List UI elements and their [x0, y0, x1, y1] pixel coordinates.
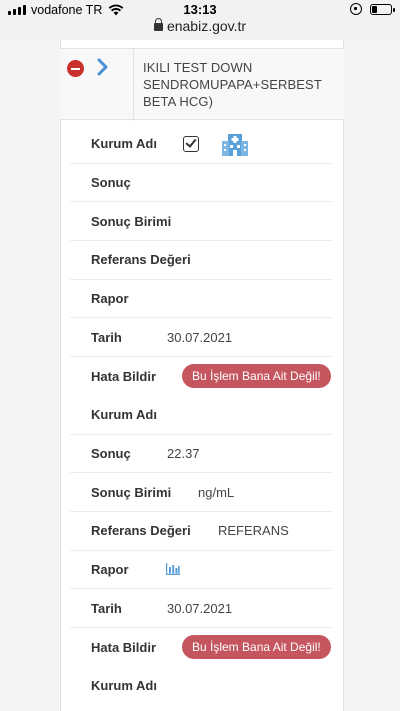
label-result-unit: Sonuç Birimi: [91, 484, 172, 500]
url-text: enabiz.gov.tr: [166, 18, 247, 34]
row-date: Tarih 30.07.2021: [70, 318, 332, 358]
label-result: Sonuç: [91, 175, 131, 191]
minus-circle-icon[interactable]: [67, 60, 84, 77]
label-institution: Kurum Adı: [91, 136, 157, 152]
row-reference: Referans Değeri REFERANS: [70, 512, 332, 551]
row-result-unit: Sonuç Birimi: [70, 202, 332, 242]
row-result-unit: Sonuç Birimi ng/mL: [70, 473, 332, 512]
row-institution: Kurum Adı: [70, 396, 332, 435]
row-institution: Kurum Adı: [70, 667, 332, 706]
battery-icon: [370, 3, 395, 15]
row-institution: Kurum Adı: [70, 125, 332, 164]
not-mine-button[interactable]: Bu İşlem Bana Ait Değil!: [182, 364, 331, 389]
page-content: IKILI TEST DOWN SENDROMUPAPA+SERBEST BET…: [0, 40, 400, 711]
row-result: Sonuç 22.37: [70, 435, 332, 474]
status-right: [350, 3, 395, 15]
label-date: Tarih: [91, 600, 122, 616]
value-result-unit: ng/mL: [198, 484, 235, 500]
hospital-building-icon[interactable]: [221, 131, 249, 157]
row-reference: Referans Değeri: [70, 241, 332, 280]
label-report: Rapor: [91, 291, 129, 307]
label-institution: Kurum Adı: [91, 678, 157, 694]
chevron-right-icon[interactable]: [96, 58, 110, 76]
label-result-unit: Sonuç Birimi: [91, 213, 172, 229]
value-result: 22.37: [167, 445, 200, 461]
label-date: Tarih: [91, 329, 122, 345]
row-report-error: Hata Bildir Bu İşlem Bana Ait Değil!: [70, 357, 332, 396]
status-bar: vodafone TR 13:13 enabiz.gov.tr: [0, 0, 400, 40]
row-report-error: Hata Bildir Bu İşlem Bana Ait Değil!: [70, 628, 332, 667]
test-title: IKILI TEST DOWN SENDROMUPAPA+SERBEST BET…: [143, 60, 322, 109]
row-report: Rapor: [70, 551, 332, 590]
checkbox-checked-icon[interactable]: [183, 135, 199, 152]
bar-chart-icon[interactable]: [166, 563, 180, 576]
value-date: 30.07.2021: [167, 600, 233, 616]
row-report: Rapor: [70, 280, 332, 319]
label-reference: Referans Değeri: [91, 252, 191, 268]
clock: 13:13: [183, 2, 217, 17]
label-reference: Referans Değeri: [91, 523, 191, 539]
lock-icon: [153, 18, 163, 31]
label-report-error: Hata Bildir: [91, 368, 157, 384]
label-result: Sonuç: [91, 445, 131, 461]
row-date: Tarih 30.07.2021: [70, 589, 332, 628]
orientation-lock-icon: [350, 3, 362, 15]
result-rows: Kurum Adı Sonuç Sonuç Birimi Referans De…: [70, 125, 332, 705]
value-reference: REFERANS: [218, 523, 289, 539]
not-mine-button[interactable]: Bu İşlem Bana Ait Değil!: [182, 635, 331, 660]
address-bar[interactable]: enabiz.gov.tr: [0, 18, 400, 34]
label-institution: Kurum Adı: [91, 407, 157, 423]
label-report: Rapor: [91, 561, 129, 577]
value-date: 30.07.2021: [167, 329, 233, 345]
label-report-error: Hata Bildir: [91, 639, 157, 655]
row-result: Sonuç: [70, 164, 332, 203]
